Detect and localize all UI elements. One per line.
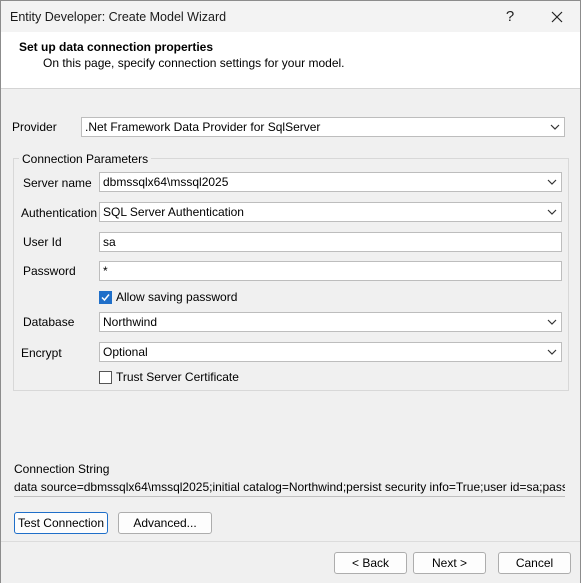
- chevron-down-icon: [547, 349, 557, 355]
- chevron-down-icon: [550, 124, 560, 130]
- checkmark-icon: [101, 294, 110, 302]
- trust-server-certificate-checkbox[interactable]: [99, 371, 112, 384]
- provider-label: Provider: [12, 120, 57, 134]
- connection-parameters-title: Connection Parameters: [19, 152, 152, 166]
- encrypt-combo[interactable]: Optional: [99, 342, 562, 362]
- password-label: Password: [23, 264, 76, 278]
- wizard-header: Set up data connection properties On thi…: [1, 32, 580, 89]
- server-name-combo[interactable]: dbmssqlx64\mssql2025: [99, 172, 562, 192]
- wizard-footer: < Back Next > Cancel: [1, 541, 580, 583]
- password-input[interactable]: *: [99, 261, 562, 281]
- user-id-label: User Id: [23, 235, 62, 249]
- trust-server-certificate-label[interactable]: Trust Server Certificate: [116, 370, 239, 384]
- authentication-combo[interactable]: SQL Server Authentication: [99, 202, 562, 222]
- close-button[interactable]: [534, 1, 580, 32]
- user-id-input[interactable]: sa: [99, 232, 562, 252]
- provider-combo[interactable]: .Net Framework Data Provider for SqlServ…: [81, 117, 565, 137]
- database-combo[interactable]: Northwind: [99, 312, 562, 332]
- test-connection-button[interactable]: Test Connection: [14, 512, 108, 534]
- server-name-value: dbmssqlx64\mssql2025: [103, 175, 229, 189]
- close-icon: [551, 11, 563, 22]
- server-name-label: Server name: [23, 176, 92, 190]
- user-id-value: sa: [103, 235, 116, 249]
- window-title: Entity Developer: Create Model Wizard: [10, 10, 227, 24]
- title-bar: Entity Developer: Create Model Wizard ?: [1, 1, 580, 32]
- page-subtitle: On this page, specify connection setting…: [43, 56, 345, 70]
- chevron-down-icon: [547, 179, 557, 185]
- next-button[interactable]: Next >: [413, 552, 486, 574]
- authentication-label: Authentication: [21, 206, 98, 220]
- advanced-button[interactable]: Advanced...: [118, 512, 212, 534]
- wizard-window: Entity Developer: Create Model Wizard ? …: [0, 0, 581, 583]
- password-value: *: [103, 264, 108, 278]
- provider-value: .Net Framework Data Provider for SqlServ…: [85, 120, 321, 134]
- chevron-down-icon: [547, 209, 557, 215]
- page-title: Set up data connection properties: [19, 40, 214, 54]
- authentication-value: SQL Server Authentication: [103, 205, 244, 219]
- chevron-down-icon: [547, 319, 557, 325]
- connection-string-value[interactable]: data source=dbmssqlx64\mssql2025;initial…: [14, 479, 565, 497]
- help-button[interactable]: ?: [487, 1, 533, 32]
- cancel-button[interactable]: Cancel: [498, 552, 571, 574]
- connection-string-label: Connection String: [14, 462, 110, 476]
- allow-saving-password-label[interactable]: Allow saving password: [116, 290, 237, 304]
- database-label: Database: [23, 315, 75, 329]
- database-value: Northwind: [103, 315, 158, 329]
- encrypt-label: Encrypt: [21, 346, 62, 360]
- encrypt-value: Optional: [103, 345, 148, 359]
- back-button[interactable]: < Back: [334, 552, 407, 574]
- allow-saving-password-checkbox[interactable]: [99, 291, 112, 304]
